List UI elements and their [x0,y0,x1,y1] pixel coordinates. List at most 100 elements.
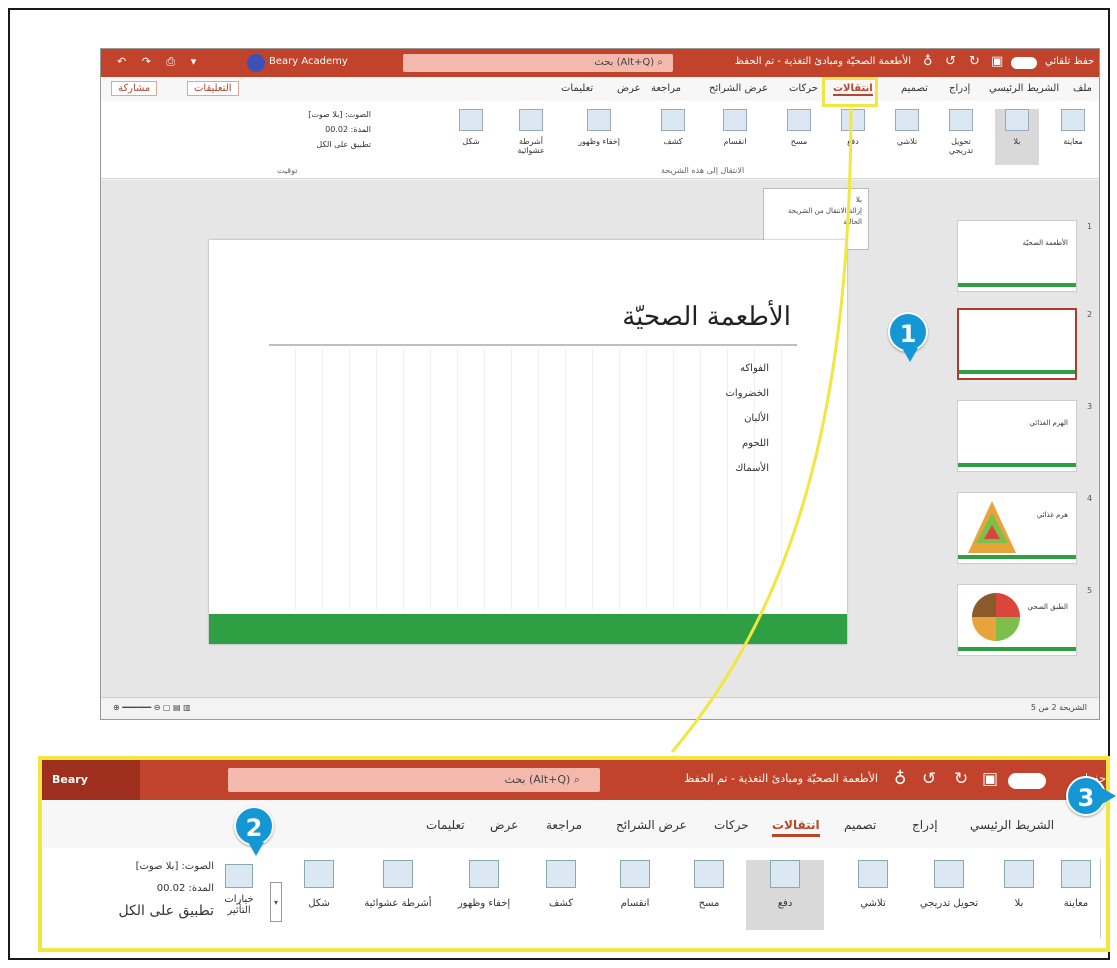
tab-animations[interactable]: حركات [714,818,749,832]
effect-options-icon [225,864,253,888]
duration-setting[interactable]: المدة: 00.02 [161,122,371,137]
preview-icon [1061,109,1085,131]
step-1-badge: 1 [888,312,928,362]
transition-split[interactable]: انقسام [713,109,757,165]
transition-push[interactable]: دفع [746,860,824,930]
preview-button[interactable]: معاينة [1046,860,1106,930]
bullet-item: الخضروات [725,388,770,399]
transition-fade[interactable]: تلاشي [842,860,904,930]
redo-icon[interactable]: ↻ [954,769,968,789]
autosave-label: حفظ تلقائي [1045,56,1095,67]
transition-fade[interactable]: تلاشي [885,109,929,165]
random-bars-icon [519,109,543,131]
split-icon [620,860,650,888]
tab-view[interactable]: عرض [617,83,641,94]
slide-title[interactable]: الأطعمة الصحيّة [622,302,791,332]
comments-button[interactable]: التعليقات [187,81,239,96]
bullet-item: الفواكه [740,363,769,374]
tab-help[interactable]: تعليمات [561,83,593,94]
transition-random-bars[interactable]: أشرطة عشوائية [509,109,553,165]
timing-group-label: توقيت [277,166,298,175]
morph-icon [934,860,964,888]
avatar[interactable] [247,54,265,72]
tab-file[interactable]: ملف [1073,83,1092,94]
transition-morph[interactable]: تحويل تدريجي [939,109,983,165]
transition-none[interactable]: بلا [988,860,1050,930]
tab-insert[interactable]: إدراج [949,83,970,94]
wipe-icon [787,109,811,131]
transition-none[interactable]: بلا [995,109,1039,165]
sound-setting[interactable]: الصوت: [بلا صوت] [44,856,214,878]
transition-shape[interactable]: شكل [288,860,350,930]
food-pyramid-icon [968,501,1016,553]
tab-slideshow[interactable]: عرض الشرائح [616,818,687,832]
tab-view[interactable]: عرض [490,818,518,832]
ribbon-tabs: مشاركة التعليقات ملف الشريط الرئيسي إدرا… [101,77,1099,101]
transition-cut[interactable]: إخفاء وظهور [448,860,520,930]
account-name: Beary Academy [269,56,348,67]
redo-icon[interactable]: ↻ [969,54,980,69]
account-name: Beary Academy [42,760,140,826]
transition-reveal[interactable]: كشف [651,109,695,165]
tab-animations[interactable]: حركات [789,83,818,94]
transition-wipe[interactable]: مسح [678,860,740,930]
transition-reveal[interactable]: كشف [530,860,592,930]
transition-wipe[interactable]: مسح [777,109,821,165]
transitions-group-label: الانتقال إلى هذه الشريحة [661,166,745,175]
shape-icon [459,109,483,131]
save-icon[interactable]: ▣ [991,54,1003,69]
duration-setting[interactable]: المدة: 00.02 [44,878,214,900]
transition-morph[interactable]: تحويل تدريجي [914,860,984,930]
zoom-controls[interactable]: ⊕ ━━━━━━ ⊖ ▢ ▤ ▥ [113,703,191,712]
share-button[interactable]: مشاركة [111,81,158,96]
tab-home[interactable]: الشريط الرئيسي [989,83,1059,94]
sound-setting[interactable]: الصوت: [بلا صوت] [161,107,371,122]
autosave-toggle[interactable] [1008,773,1046,789]
slide-canvas[interactable]: الأطعمة الصحيّة الفواكه الخضروات الألبان… [209,240,847,644]
effect-options-button[interactable]: خيارات التأثير [214,864,264,924]
thumbnail-slide-5[interactable]: الطبق الصحي [957,584,1077,656]
healthy-plate-icon [972,593,1020,641]
tab-insert[interactable]: إدراج [912,818,938,832]
apply-to-all-button[interactable]: تطبيق على الكل [44,900,214,922]
thumbnail-slide-2[interactable] [957,308,1077,380]
undo-icon[interactable]: ↺ [922,769,936,789]
undo-icon[interactable]: ↺ [945,54,956,69]
tab-transitions[interactable]: انتقالات [772,818,820,837]
apply-to-all-button[interactable]: تطبيق على الكل [161,137,371,152]
ribbon: معاينة بلا تحويل تدريجي تلاشي دفع مسح ان… [101,101,1099,179]
none-icon [1004,860,1034,888]
autosave-toggle[interactable] [1011,57,1037,69]
tab-review[interactable]: مراجعة [546,818,582,832]
transition-cut[interactable]: إخفاء وظهور [577,109,621,165]
search-input[interactable]: بحث (Alt+Q) ⌕ [403,54,673,72]
search-input[interactable]: بحث (Alt+Q) ⌕ [228,768,600,792]
mic-icon[interactable]: ♁ [894,769,906,789]
cut-icon [469,860,499,888]
thumbnail-slide-3[interactable]: الهرم الغذائي [957,400,1077,472]
save-icon[interactable]: ▣ [982,769,998,789]
thumbnail-slide-4[interactable]: هرم غذائي [957,492,1077,564]
bullet-item: اللحوم [742,438,769,449]
push-icon [770,860,800,888]
transition-shape[interactable]: شكل [449,109,493,165]
transition-split[interactable]: انقسام [604,860,666,930]
preview-button[interactable]: معاينة [1051,109,1095,165]
thumbnail-slide-1[interactable]: الأطعمة الصحيّة [957,220,1077,292]
tab-design[interactable]: تصميم [844,818,876,832]
transition-push[interactable]: دفع [831,109,875,165]
tab-home[interactable]: الشريط الرئيسي [970,818,1054,832]
transitions-tab-highlight [822,77,878,107]
slide-bullets[interactable]: الفواكه الخضروات الألبان اللحوم الأسماك [726,356,770,481]
transition-random-bars[interactable]: أشرطة عشوائية [358,860,438,930]
timing-group: الصوت: [بلا صوت] المدة: 00.02 تطبيق على … [44,856,214,922]
tab-slideshow[interactable]: عرض الشرائح [709,83,768,94]
tab-design[interactable]: تصميم [901,83,928,94]
random-bars-icon [383,860,413,888]
slide-counter: الشريحة 2 من 5 [1030,703,1087,712]
quick-access-toolbar[interactable]: ↶ ↷ ⎙ ▾ [117,55,202,69]
tab-help[interactable]: تعليمات [426,818,465,832]
mic-icon[interactable]: ♁ [923,54,933,69]
tab-review[interactable]: مراجعة [651,83,681,94]
more-transitions-button[interactable]: ▾ [270,882,282,922]
